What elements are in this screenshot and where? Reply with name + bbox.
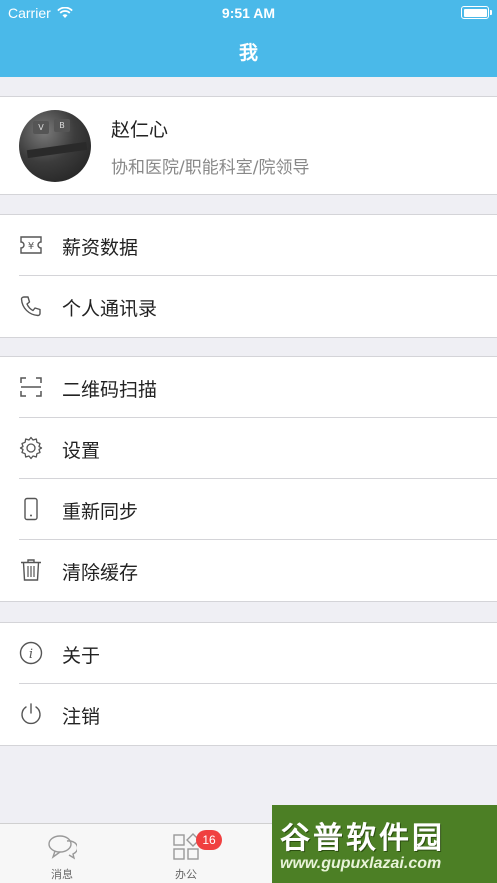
menu-group-personal: ¥ 薪资数据 个人通讯录 bbox=[0, 214, 497, 338]
salary-ticket-icon: ¥ bbox=[19, 233, 43, 257]
status-time: 9:51 AM bbox=[221, 5, 276, 21]
menu-item-settings[interactable]: 设置 bbox=[0, 418, 497, 479]
svg-text:i: i bbox=[29, 647, 33, 662]
scan-icon bbox=[19, 375, 43, 399]
menu-item-scan[interactable]: 二维码扫描 bbox=[0, 357, 497, 418]
menu-label-resync: 重新同步 bbox=[62, 501, 139, 523]
office-badge: 16 bbox=[196, 830, 222, 850]
tab-messages[interactable]: 消息 bbox=[0, 824, 124, 883]
menu-label-settings: 设置 bbox=[62, 440, 101, 462]
profile-card[interactable]: V B 赵仁心 协和医院/职能科室/院领导 bbox=[0, 96, 497, 195]
status-bar: Carrier 9:51 AM bbox=[0, 0, 497, 26]
avatar[interactable]: V B bbox=[19, 110, 91, 182]
battery-icon bbox=[461, 6, 492, 19]
watermark-logo: 谷普软件园 www.gupuxlazai.com bbox=[272, 805, 497, 883]
svg-text:¥: ¥ bbox=[28, 241, 34, 252]
mobile-phone-icon bbox=[19, 497, 43, 521]
tab-label-office: 办公 bbox=[175, 868, 197, 881]
watermark-url: www.gupuxlazai.com bbox=[280, 855, 442, 872]
menu-label-clear-cache: 清除缓存 bbox=[62, 562, 139, 584]
menu-group-tools: 二维码扫描 设置 重新同步 清除缓存 bbox=[0, 356, 497, 602]
menu-item-clear-cache[interactable]: 清除缓存 bbox=[0, 540, 497, 601]
menu-label-scan: 二维码扫描 bbox=[62, 379, 158, 401]
trash-icon bbox=[19, 558, 43, 582]
menu-label-about: 关于 bbox=[62, 645, 101, 667]
info-icon: i bbox=[19, 641, 43, 665]
phone-icon bbox=[19, 294, 43, 318]
nav-title: 我 bbox=[0, 26, 497, 77]
menu-item-contacts[interactable]: 个人通讯录 bbox=[0, 276, 497, 337]
profile-name: 赵仁心 bbox=[111, 119, 169, 141]
menu-item-logout[interactable]: 注销 bbox=[0, 684, 497, 745]
menu-group-app: i 关于 注销 bbox=[0, 622, 497, 746]
power-icon bbox=[19, 702, 43, 726]
menu-label-contacts: 个人通讯录 bbox=[62, 298, 158, 320]
menu-label-salary: 薪资数据 bbox=[62, 237, 139, 259]
menu-item-salary[interactable]: ¥ 薪资数据 bbox=[0, 215, 497, 276]
menu-item-about[interactable]: i 关于 bbox=[0, 623, 497, 684]
tab-office[interactable]: 16 办公 bbox=[124, 824, 248, 883]
gear-icon bbox=[19, 436, 43, 460]
profile-org: 协和医院/职能科室/院领导 bbox=[111, 158, 310, 178]
watermark-title: 谷普软件园 bbox=[280, 821, 445, 856]
tab-label-messages: 消息 bbox=[51, 868, 73, 881]
menu-item-resync[interactable]: 重新同步 bbox=[0, 479, 497, 540]
chat-bubble-icon bbox=[48, 835, 77, 860]
menu-label-logout: 注销 bbox=[62, 706, 101, 728]
